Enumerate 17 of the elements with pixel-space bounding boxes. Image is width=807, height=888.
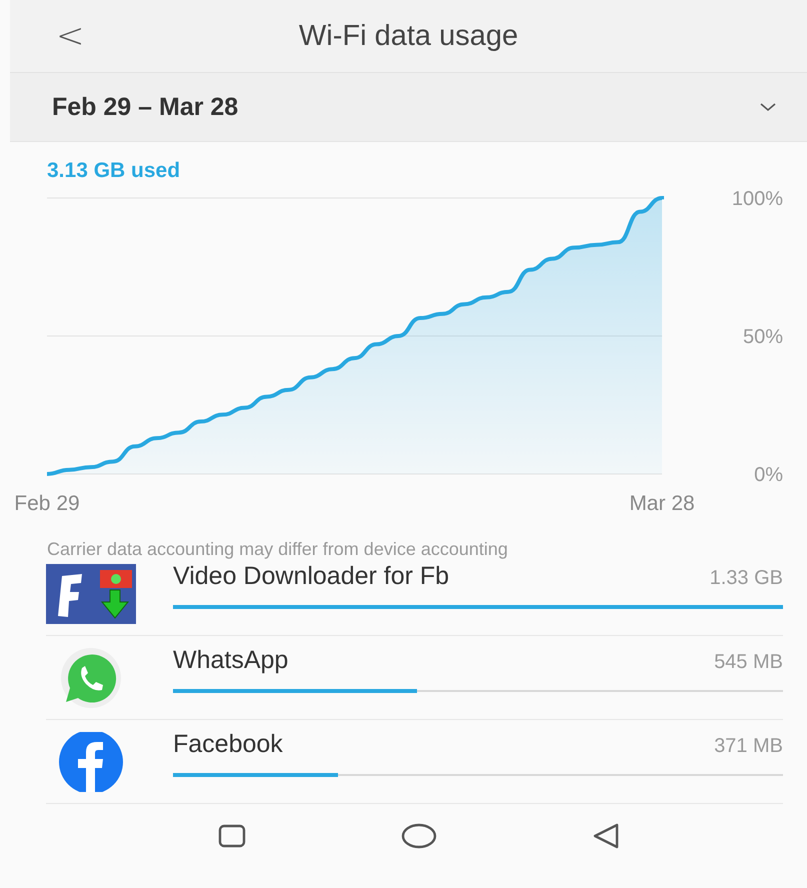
app-name: Video Downloader for Fb bbox=[173, 562, 450, 591]
app-name: WhatsApp bbox=[173, 646, 288, 675]
axis-label: Mar 28 bbox=[629, 492, 695, 515]
data-amount: 1.33 GB bbox=[710, 567, 783, 590]
back-button[interactable]: < bbox=[50, 16, 90, 56]
total-usage: 3.13 GB used bbox=[47, 159, 180, 183]
period-dropdown[interactable]: Feb 29 – Mar 28 bbox=[10, 73, 807, 142]
screen-title: Wi-Fi data usage bbox=[298, 20, 518, 53]
axis-label: 0% bbox=[754, 464, 783, 486]
app-icon bbox=[46, 564, 136, 624]
note-text: Carrier data accounting may differ from device accounting bbox=[47, 539, 508, 560]
app-name: Facebook bbox=[173, 730, 283, 759]
axis-label: 100% bbox=[732, 188, 783, 210]
axis-label: 50% bbox=[742, 326, 783, 348]
data-amount: 545 MB bbox=[714, 651, 783, 674]
data-amount: 371 MB bbox=[714, 735, 783, 758]
axis-label: Feb 29 bbox=[14, 492, 80, 515]
